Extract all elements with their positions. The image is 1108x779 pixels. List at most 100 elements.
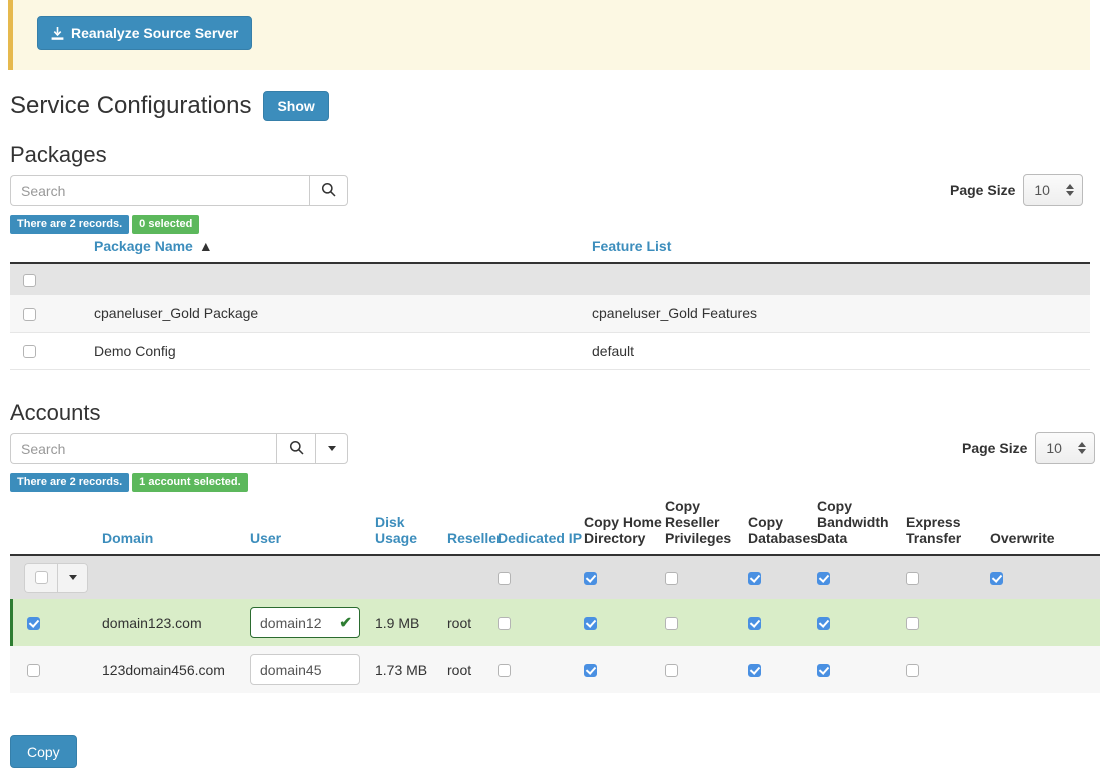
accounts-select-all-checkbox[interactable] [34, 571, 48, 584]
accounts-row-copy-databases-checkbox[interactable] [748, 664, 761, 678]
accounts-header-row: Domain User Disk Usage Reseller Dedicate… [10, 498, 1100, 555]
copy-button[interactable]: Copy [10, 735, 77, 768]
accounts-header-express-transfer: Express Transfer [906, 514, 962, 546]
accounts-filter-dedicated-ip-checkbox[interactable] [498, 572, 511, 586]
packages-row-package-name: cpaneluser_Gold Package [94, 305, 259, 322]
chevron-down-icon [327, 446, 336, 451]
accounts-filter-disk-usage-cell [375, 554, 447, 599]
accounts-row-copy-bandwidth-data-checkbox[interactable] [817, 617, 830, 631]
packages-page-size-select[interactable]: 10 [1023, 174, 1084, 206]
accounts-row-express-transfer-checkbox[interactable] [906, 664, 919, 678]
accounts-row-copy-bandwidth-data-checkbox[interactable] [817, 664, 830, 678]
packages-record-count-badge: There are 2 records. [10, 215, 130, 234]
accounts-header-disk-usage[interactable]: Disk Usage [375, 498, 447, 555]
accounts-row-overwrite-cell [990, 646, 1100, 693]
packages-table: Package Name ▲ Feature List cpaneluser_Go… [10, 238, 1090, 370]
accounts-row-copy-home-directory-checkbox[interactable] [584, 617, 597, 631]
accounts-row-checkbox[interactable] [27, 617, 40, 631]
accounts-row-express-transfer-checkbox[interactable] [906, 617, 919, 631]
table-row[interactable]: Demo Config default [10, 332, 1090, 369]
service-configurations-show-button[interactable]: Show [263, 91, 329, 121]
accounts-header-copy-home-directory: Copy Home Directory [584, 514, 662, 546]
accounts-page-size-label: Page Size [962, 440, 1028, 456]
packages-search-input[interactable] [10, 175, 309, 206]
accounts-row-copy-home-directory-cell [584, 646, 665, 693]
accounts-search-button[interactable] [276, 433, 315, 464]
packages-filter-package-name-cell [94, 262, 592, 295]
accounts-row-express-transfer-cell [906, 646, 990, 693]
packages-header-row: Package Name ▲ Feature List [10, 238, 1090, 263]
accounts-search-options-button[interactable] [315, 433, 348, 464]
chevron-down-icon [68, 575, 77, 580]
packages-row-feature-list: default [592, 342, 635, 359]
accounts-header-user[interactable]: User [250, 498, 375, 555]
accounts-row-select-cell [10, 646, 102, 693]
packages-row-select-cell [10, 332, 94, 369]
accounts-row-disk-usage: 1.9 MB [375, 614, 420, 631]
accounts-row-checkbox[interactable] [27, 664, 40, 678]
accounts-header-copy-databases: Copy Databases [748, 514, 819, 546]
packages-row-package-name: Demo Config [94, 342, 176, 359]
accounts-search-input[interactable] [10, 433, 276, 464]
packages-header-package-name[interactable]: Package Name ▲ [94, 238, 592, 263]
packages-search-group [10, 175, 348, 206]
accounts-filter-dedicated-ip-cell [498, 554, 584, 599]
accounts-page-size-select[interactable]: 10 [1035, 432, 1096, 464]
accounts-filter-copy-bandwidth-data-checkbox[interactable] [817, 572, 830, 586]
accounts-header-domain[interactable]: Domain [102, 498, 250, 555]
table-row[interactable]: domain123.com ✔ 1.9 MB root [10, 599, 1100, 646]
accounts-row-user-cell: ✔ [250, 599, 375, 646]
accounts-select-all-button[interactable] [24, 562, 57, 593]
accounts-header-overwrite: Overwrite [990, 530, 1055, 546]
accounts-filter-express-transfer-checkbox[interactable] [906, 572, 919, 586]
packages-row-feature-list: cpaneluser_Gold Features [592, 305, 757, 322]
accounts-row-overwrite-cell [990, 599, 1100, 646]
accounts-filter-copy-home-directory-checkbox[interactable] [584, 572, 597, 586]
packages-header-package-name-label: Package Name [94, 238, 193, 254]
accounts-filter-express-transfer-cell [906, 554, 990, 599]
accounts-filter-domain-cell [102, 554, 250, 599]
accounts-row-user-input[interactable] [250, 654, 360, 685]
accounts-row-disk-usage: 1.73 MB [375, 661, 428, 678]
accounts-row-copy-reseller-privileges-checkbox[interactable] [665, 617, 678, 631]
accounts-row-dedicated-ip-cell [498, 646, 584, 693]
accounts-row-copy-reseller-privileges-cell [665, 599, 748, 646]
accounts-row-copy-home-directory-checkbox[interactable] [584, 664, 597, 678]
accounts-row-dedicated-ip-checkbox[interactable] [498, 664, 511, 678]
packages-select-all-checkbox[interactable] [23, 274, 36, 288]
search-icon [321, 182, 336, 200]
accounts-badges: There are 2 records. 1 account selected. [10, 473, 248, 492]
accounts-header-copy-reseller-privileges: Copy Reseller Privileges [665, 498, 732, 546]
packages-select-all-cell [10, 262, 94, 295]
packages-row-checkbox[interactable] [23, 345, 36, 359]
accounts-filter-copy-databases-checkbox[interactable] [748, 572, 761, 586]
spinner-icon [1066, 184, 1075, 196]
accounts-header-dedicated-ip[interactable]: Dedicated IP [498, 498, 584, 555]
packages-search-button[interactable] [309, 175, 348, 206]
accounts-row-copy-home-directory-cell [584, 599, 665, 646]
check-icon: ✔ [339, 614, 352, 631]
table-row[interactable]: cpaneluser_Gold Package cpaneluser_Gold … [10, 295, 1090, 332]
packages-header-feature-list[interactable]: Feature List [592, 238, 1090, 263]
accounts-row-copy-databases-checkbox[interactable] [748, 617, 761, 631]
accounts-row-domain: 123domain456.com [102, 661, 225, 678]
reanalyze-source-server-label: Reanalyze Source Server [71, 25, 239, 41]
accounts-select-all-menu-button[interactable] [57, 562, 88, 593]
accounts-record-count-badge: There are 2 records. [10, 473, 130, 492]
accounts-filter-copy-reseller-privileges-checkbox[interactable] [665, 572, 678, 586]
accounts-row-dedicated-ip-checkbox[interactable] [498, 617, 511, 631]
packages-page-size-label: Page Size [950, 182, 1016, 198]
reanalyze-source-server-button[interactable]: Reanalyze Source Server [37, 16, 253, 50]
packages-page-size-value: 10 [1034, 182, 1050, 198]
table-row[interactable]: 123domain456.com 1.73 MB root [10, 646, 1100, 693]
accounts-row-user-field-wrap [250, 654, 360, 685]
packages-row-checkbox[interactable] [23, 308, 36, 322]
accounts-header-reseller[interactable]: Reseller [447, 498, 501, 555]
accounts-filter-overwrite-checkbox[interactable] [990, 572, 1003, 586]
accounts-row-express-transfer-cell [906, 599, 990, 646]
accounts-select-all-group [24, 562, 88, 593]
accounts-row-dedicated-ip-cell [498, 599, 584, 646]
accounts-row-copy-reseller-privileges-checkbox[interactable] [665, 664, 678, 678]
accounts-row-user-cell [250, 646, 375, 693]
accounts-filter-copy-bandwidth-data-cell [817, 554, 906, 599]
